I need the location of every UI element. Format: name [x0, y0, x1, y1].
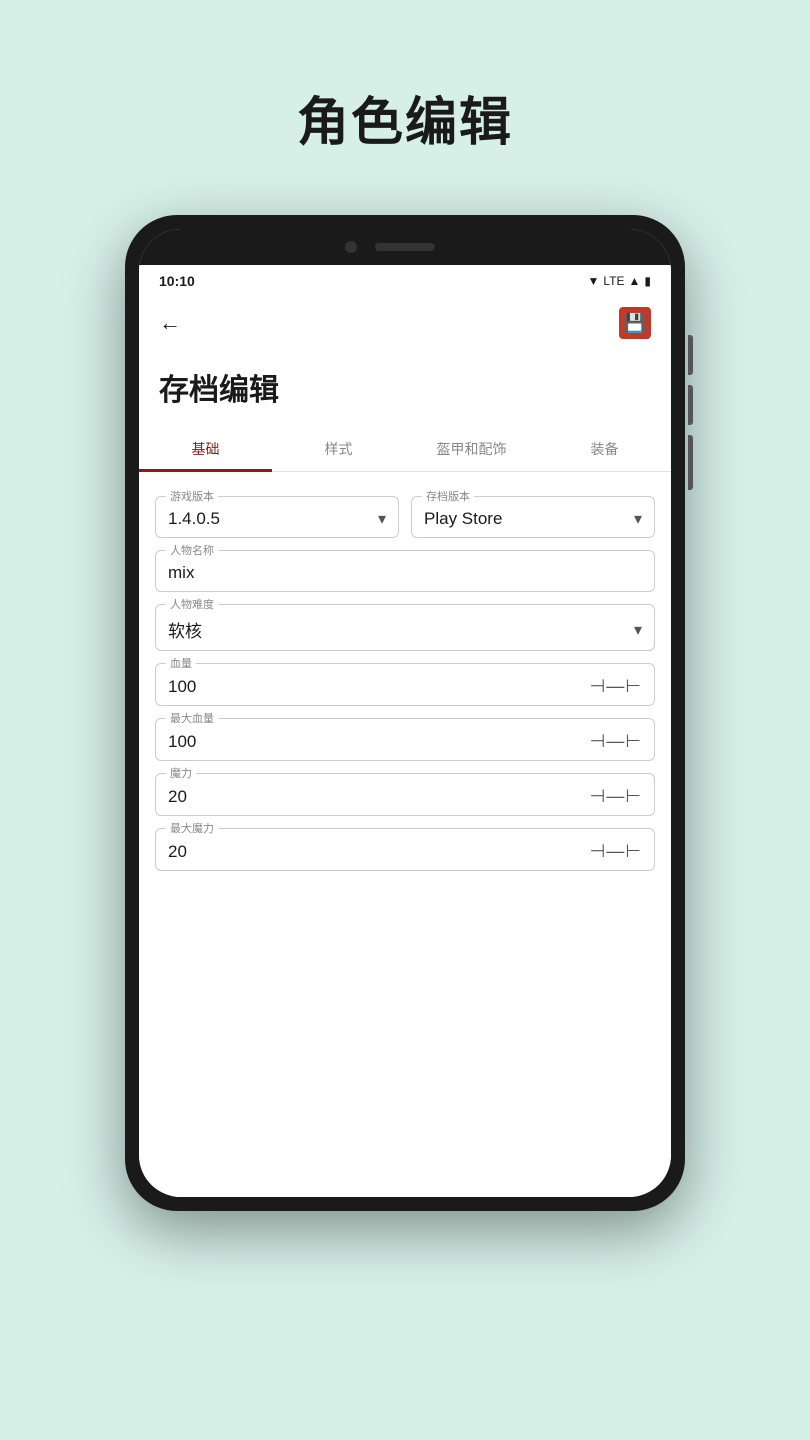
game-version-chevron: ▾	[378, 509, 386, 529]
wifi-icon: ▼	[587, 274, 599, 288]
version-row: 游戏版本 1.4.0.5 ▾ 存档版本 Play Store ▾	[155, 496, 655, 538]
phone-screen: 10:10 ▼ LTE ▲ ▮ ← 💾 存档编辑 基础	[139, 229, 671, 1197]
health-value: 100 ⊣—⊢	[168, 672, 642, 697]
tab-armor[interactable]: 盔甲和配饰	[405, 429, 538, 472]
max-mana-value: 20 ⊣—⊢	[168, 837, 642, 862]
character-name-field[interactable]: 人物名称 mix	[155, 550, 655, 592]
form-area: 游戏版本 1.4.0.5 ▾ 存档版本 Play Store ▾	[139, 488, 671, 887]
battery-icon: ▮	[644, 274, 651, 288]
game-version-field[interactable]: 游戏版本 1.4.0.5 ▾	[155, 496, 399, 538]
volume-button-2	[688, 385, 693, 425]
tabs-bar: 基础 样式 盔甲和配饰 装备	[139, 429, 671, 472]
game-version-label: 游戏版本	[166, 488, 218, 504]
max-health-value: 100 ⊣—⊢	[168, 727, 642, 752]
difficulty-field[interactable]: 人物难度 软核 ▾	[155, 604, 655, 651]
speaker	[375, 243, 435, 251]
difficulty-value: 软核 ▾	[168, 613, 642, 642]
max-health-field[interactable]: 最大血量 100 ⊣—⊢	[155, 718, 655, 761]
health-stepper[interactable]: ⊣—⊢	[590, 676, 642, 697]
max-mana-label: 最大魔力	[166, 820, 218, 836]
phone-notch	[139, 229, 671, 265]
game-version-value: 1.4.0.5 ▾	[168, 505, 386, 529]
mana-label: 魔力	[166, 765, 196, 781]
health-field[interactable]: 血量 100 ⊣—⊢	[155, 663, 655, 706]
tab-basic[interactable]: 基础	[139, 429, 272, 472]
health-label: 血量	[166, 655, 196, 671]
back-button[interactable]: ←	[159, 310, 181, 336]
power-button	[688, 435, 693, 490]
app-toolbar: ← 💾	[139, 297, 671, 349]
difficulty-label: 人物难度	[166, 596, 218, 612]
signal-text: LTE	[603, 274, 624, 288]
volume-button-1	[688, 335, 693, 375]
save-version-label: 存档版本	[422, 488, 474, 504]
max-health-stepper[interactable]: ⊣—⊢	[590, 731, 642, 752]
max-health-label: 最大血量	[166, 710, 218, 726]
status-time: 10:10	[159, 273, 195, 289]
mana-field[interactable]: 魔力 20 ⊣—⊢	[155, 773, 655, 816]
page-title: 角色编辑	[297, 80, 513, 155]
save-version-chevron: ▾	[634, 509, 642, 529]
max-mana-stepper[interactable]: ⊣—⊢	[590, 841, 642, 862]
mana-stepper[interactable]: ⊣—⊢	[590, 786, 642, 807]
tab-style[interactable]: 样式	[272, 429, 405, 472]
status-bar: 10:10 ▼ LTE ▲ ▮	[139, 265, 671, 297]
app-content: ← 💾 存档编辑 基础 样式 盔甲和配饰 装备	[139, 297, 671, 1197]
signal-icon: ▲	[629, 274, 641, 288]
phone-frame: 10:10 ▼ LTE ▲ ▮ ← 💾 存档编辑 基础	[125, 215, 685, 1211]
save-version-field[interactable]: 存档版本 Play Store ▾	[411, 496, 655, 538]
max-mana-field[interactable]: 最大魔力 20 ⊣—⊢	[155, 828, 655, 871]
mana-value: 20 ⊣—⊢	[168, 782, 642, 807]
save-version-value: Play Store ▾	[424, 505, 642, 529]
character-name-value: mix	[168, 559, 642, 583]
save-button[interactable]: 💾	[619, 307, 651, 339]
status-icons: ▼ LTE ▲ ▮	[587, 274, 651, 288]
save-icon: 💾	[624, 313, 646, 334]
character-name-label: 人物名称	[166, 542, 218, 558]
app-page-title: 存档编辑	[139, 349, 671, 429]
camera	[345, 241, 357, 253]
tab-equipment[interactable]: 装备	[538, 429, 671, 472]
difficulty-chevron: ▾	[634, 620, 642, 640]
